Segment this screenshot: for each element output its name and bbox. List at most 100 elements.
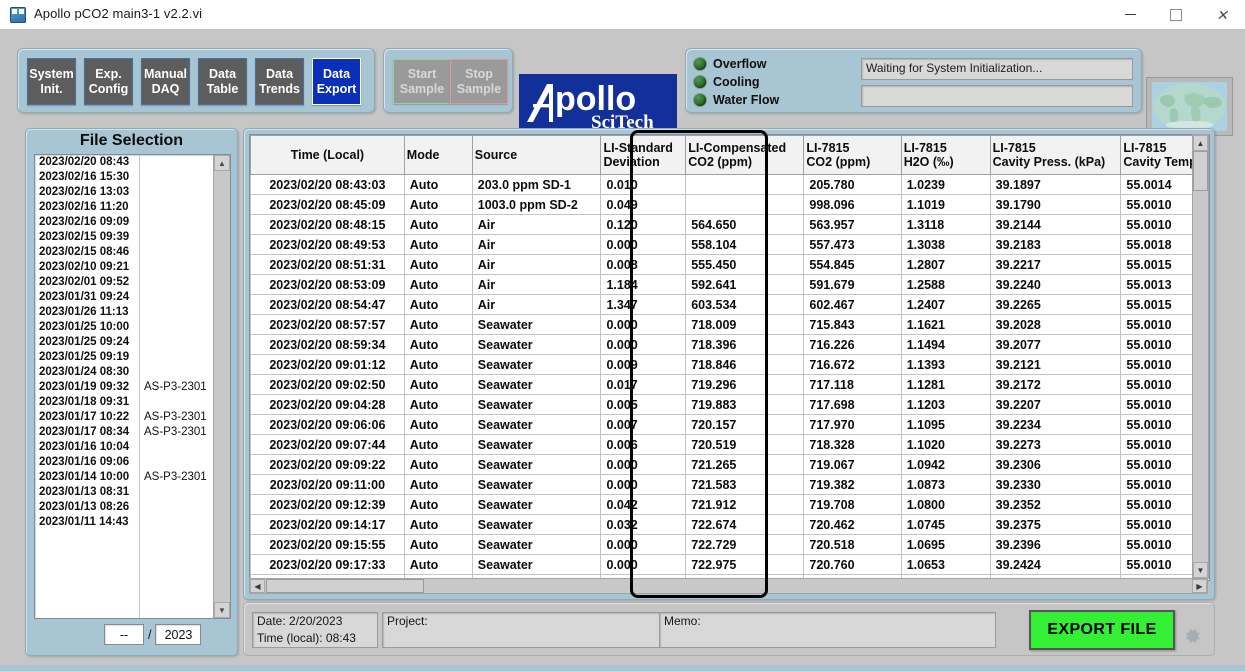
file-list-item[interactable]: 2023/01/17 08:34 AS-P3-2301 [35,426,213,441]
file-list-item[interactable]: 2023/02/16 09:09 [35,216,213,231]
table-cell: 0.017 [600,374,687,395]
file-list-item[interactable]: 2023/01/13 08:26 [35,501,213,516]
table-row[interactable]: 2023/02/20 09:04:28 Auto Seawater 0.005 719.… [250,394,1209,415]
file-date: 2023/02/01 09:52 [39,276,130,288]
nav-button-data-export[interactable]: Data Export [312,58,361,105]
minimize-button[interactable] [1107,0,1153,29]
table-horizontal-scroll-thumb[interactable] [266,579,424,593]
file-date: 2023/01/13 08:26 [39,501,130,513]
table-row[interactable]: 2023/02/20 08:53:09 Auto Air 1.184 592.641 59… [250,274,1209,295]
file-list-item[interactable]: 2023/02/16 11:20 [35,201,213,216]
table-row[interactable]: 2023/02/20 08:48:15 Auto Air 0.120 564.650 56… [250,214,1209,235]
column-header-line2: CO2 (ppm) [688,155,753,169]
settings-gear-icon[interactable] [1181,625,1203,647]
file-list-item[interactable]: 2023/01/14 10:00 AS-P3-2301 [35,471,213,486]
file-date: 2023/02/20 08:43 [39,156,130,168]
table-row[interactable]: 2023/02/20 08:49:53 Auto Air 0.000 558.104 55… [250,234,1209,255]
file-list-item[interactable]: 2023/02/15 09:39 [35,231,213,246]
table-cell: Auto [403,354,473,375]
table-cell: 720.760 [803,554,902,575]
file-list-scroll-up-icon[interactable]: ▲ [214,155,230,171]
table-row[interactable]: 2023/02/20 09:17:33 Auto Seawater 0.000 722.… [250,554,1209,575]
export-file-button[interactable]: EXPORT FILE [1029,610,1175,650]
table-row[interactable]: 2023/02/20 09:14:17 Auto Seawater 0.032 722.… [250,514,1209,535]
file-list-item[interactable]: 2023/01/25 09:19 [35,351,213,366]
file-list-item[interactable]: 2023/01/31 09:24 [35,291,213,306]
nav-button-data-trends[interactable]: Data Trends [255,58,304,105]
file-list-scrollbar[interactable]: ▲ ▼ [213,155,230,618]
table-scroll-left-icon[interactable]: ◀ [250,579,265,593]
table-cell: Seawater [471,554,602,575]
table-cell: Seawater [471,494,602,515]
file-list[interactable]: 2023/02/20 08:43 2023/02/16 15:30 2023/02/… [34,154,231,619]
table-cell: 721.912 [685,494,805,515]
table-cell: 1.1020 [900,434,991,455]
close-button[interactable]: ✕ [1199,0,1245,29]
table-cell: 1.184 [600,274,687,295]
table-row[interactable]: 2023/02/20 08:54:47 Auto Air 1.347 603.534 60… [250,294,1209,315]
file-list-item[interactable]: 2023/02/10 09:21 [35,261,213,276]
file-list-item[interactable]: 2023/01/25 09:24 [35,336,213,351]
file-list-item[interactable]: 2023/01/13 08:31 [35,486,213,501]
file-list-item[interactable]: 2023/01/26 11:13 [35,306,213,321]
nav-button-manual-daq[interactable]: Manual DAQ [141,58,190,105]
table-row[interactable]: 2023/02/20 09:07:44 Auto Seawater 0.006 720.… [250,434,1209,455]
table-row[interactable]: 2023/02/20 09:12:39 Auto Seawater 0.042 721.… [250,494,1209,515]
file-list-item[interactable]: 2023/01/17 10:22 AS-P3-2301 [35,411,213,426]
nav-button-data-table[interactable]: Data Table [198,58,247,105]
month-field[interactable]: -- [104,624,144,645]
table-row[interactable]: 2023/02/20 09:01:12 Auto Seawater 0.009 718.… [250,354,1209,375]
nav-button-exp-config[interactable]: Exp. Config [84,58,133,105]
file-list-scroll-down-icon[interactable]: ▼ [214,602,230,618]
start-sample-button[interactable]: Start Sample [393,59,451,104]
year-field[interactable]: 2023 [155,624,202,645]
file-list-item[interactable]: 2023/01/25 10:00 [35,321,213,336]
project-field[interactable]: Project: [382,612,660,648]
file-list-item[interactable]: 2023/01/24 08:30 [35,366,213,381]
table-cell: Auto [403,214,473,235]
table-row[interactable]: 2023/02/20 08:57:57 Auto Seawater 0.000 718.… [250,314,1209,335]
file-list-item[interactable]: 2023/01/16 10:04 [35,441,213,456]
nav-button-system-init[interactable]: System Init. [27,58,76,105]
table-vertical-scrollbar[interactable]: ▲ ▼ [1192,134,1209,579]
file-list-item[interactable]: 2023/01/16 09:06 [35,456,213,471]
table-row[interactable]: 2023/02/20 09:02:50 Auto Seawater 0.017 719.… [250,374,1209,395]
table-cell: 719.067 [803,454,902,475]
memo-field[interactable]: Memo: [659,612,996,648]
file-list-item[interactable]: 2023/01/11 14:43 [35,516,213,531]
file-list-item[interactable]: 2023/02/20 08:43 [35,156,213,171]
file-date: 2023/01/13 08:31 [39,486,130,498]
table-row[interactable]: 2023/02/20 08:45:09 Auto 1003.0 ppm SD-2 0.… [250,194,1209,215]
table-row[interactable]: 2023/02/20 09:09:22 Auto Seawater 0.000 721.… [250,454,1209,475]
column-header-line1: Time (Local) [290,148,365,162]
table-row[interactable]: 2023/02/20 08:51:31 Auto Air 0.008 555.450 55… [250,254,1209,275]
table-cell: 39.2265 [989,294,1122,315]
table-cell: 1.0942 [900,454,991,475]
maximize-button[interactable] [1153,0,1199,29]
table-scroll-right-icon[interactable]: ▶ [1192,579,1207,593]
table-row[interactable]: 2023/02/20 08:43:03 Auto 203.0 ppm SD-1 0.0… [250,174,1209,195]
file-date: 2023/01/17 10:22 [39,411,130,423]
file-list-item[interactable]: 2023/02/15 08:46 [35,246,213,261]
file-list-item[interactable]: 2023/01/19 09:32 AS-P3-2301 [35,381,213,396]
file-list-item[interactable]: 2023/02/16 15:30 [35,171,213,186]
file-list-item[interactable]: 2023/02/16 13:03 [35,186,213,201]
file-tag: AS-P3-2301 [144,471,207,483]
table-row[interactable]: 2023/02/20 08:59:34 Auto Seawater 0.000 718.… [250,334,1209,355]
data-table-header-row: Time (Local) Mode Source LI-Standard Deviati… [250,135,1209,175]
table-cell: 0.000 [600,474,687,495]
table-cell: 1.1095 [900,414,991,435]
file-list-item[interactable]: 2023/02/01 09:52 [35,276,213,291]
table-scroll-down-icon[interactable]: ▼ [1193,562,1208,578]
column-header: LI-Compensated CO2 (ppm) [685,135,805,175]
table-scroll-up-icon[interactable]: ▲ [1193,135,1208,151]
table-row[interactable]: 2023/02/20 09:11:00 Auto Seawater 0.000 721.… [250,474,1209,495]
table-cell: 720.157 [685,414,805,435]
table-vertical-scroll-thumb[interactable] [1193,151,1208,191]
table-row[interactable]: 2023/02/20 09:15:55 Auto Seawater 0.000 722.… [250,534,1209,555]
table-horizontal-scrollbar[interactable]: ◀ ▶ [249,578,1208,594]
table-row[interactable]: 2023/02/20 09:06:06 Auto Seawater 0.007 720.… [250,414,1209,435]
stop-sample-button[interactable]: Stop Sample [450,59,508,104]
table-cell: 718.396 [685,334,805,355]
file-list-item[interactable]: 2023/01/18 09:31 [35,396,213,411]
